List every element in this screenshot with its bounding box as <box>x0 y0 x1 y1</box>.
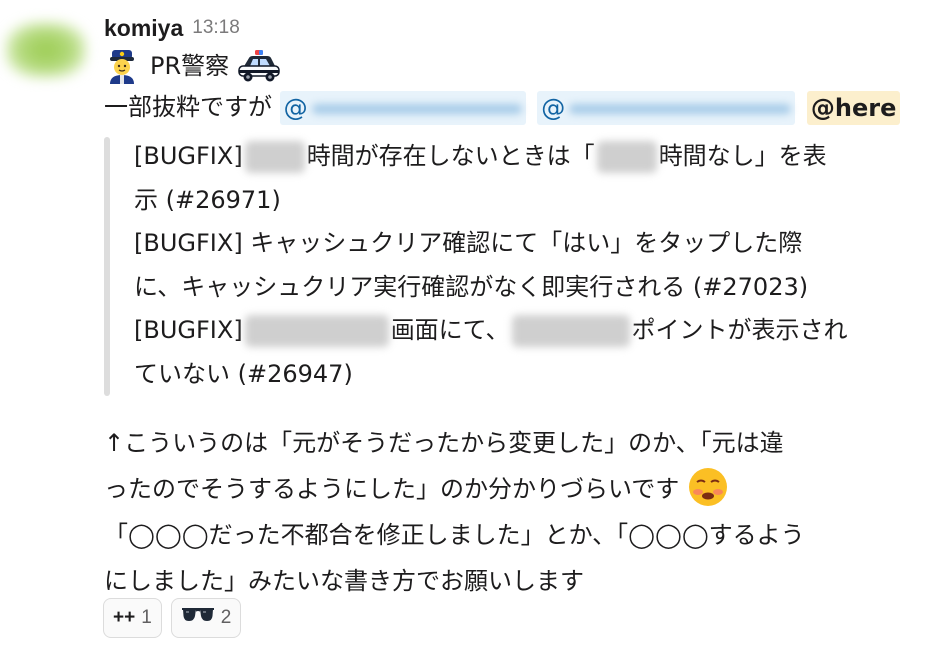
body-line: 「◯◯◯だった不都合を修正しました」とか、「◯◯◯するよう <box>104 521 805 549</box>
redacted-text <box>244 315 389 347</box>
reaction-sunglasses[interactable]: 2 <box>170 598 242 638</box>
title-text: PR警察 <box>150 52 230 80</box>
quote-line: に、キャッシュクリア実行確認がなく即実行される (#27023) <box>134 272 809 301</box>
here-mention[interactable]: @here <box>806 91 901 125</box>
sunglasses-icon <box>181 605 215 631</box>
username[interactable]: komiya <box>104 15 183 42</box>
quote-line: [BUGFIX] 時間が存在しないときは「 時間なし」を表 <box>134 135 934 179</box>
reactions: ++ 1 2 <box>103 598 242 638</box>
message-header: komiya 13:18 <box>104 10 934 46</box>
mention-prefix: 一部抜粋ですが <box>104 93 280 121</box>
message: komiya 13:18 PR警察 一部抜粋ですが @ @ @here [BUG… <box>104 10 934 604</box>
avatar[interactable] <box>6 22 86 78</box>
quote-block: [BUGFIX] 時間が存在しないときは「 時間なし」を表 示 (#26971) [… <box>104 135 934 396</box>
user-mention[interactable]: @ <box>279 91 526 125</box>
reaction-count: 2 <box>220 607 232 628</box>
quote-line: ていない (#26947) <box>134 359 353 388</box>
reaction-plusplus[interactable]: ++ 1 <box>103 598 162 638</box>
quote-line: [BUGFIX] 画面にて、 ポイントが表示され <box>134 309 934 353</box>
body-line: ↑こういうのは「元がそうだったから変更した」のか、「元は違 <box>104 429 784 457</box>
title-line: PR警察 <box>104 46 934 86</box>
pleading-face-icon <box>687 466 729 508</box>
quote-line: [BUGFIX] キャッシュクリア確認にて「はい」をタップした際 <box>134 229 803 257</box>
police-officer-icon <box>104 48 140 84</box>
mention-line: 一部抜粋ですが @ @ @here <box>104 86 934 128</box>
user-mention[interactable]: @ <box>537 91 796 125</box>
quote-bar <box>104 137 110 396</box>
redacted-text <box>244 141 305 173</box>
reaction-count: 1 <box>141 607 152 628</box>
police-car-icon <box>237 48 281 84</box>
plusplus-emoji-icon: ++ <box>113 607 136 628</box>
message-body: ↑こういうのは「元がそうだったから変更した」のか、「元は違 ったのでそうするよう… <box>104 420 934 604</box>
redacted-text <box>596 141 657 173</box>
redacted-text <box>511 315 630 347</box>
timestamp[interactable]: 13:18 <box>192 17 240 39</box>
body-line: ったのでそうするようにした」のか分かりづらいです <box>104 466 934 512</box>
quote-line: 示 (#26971) <box>134 185 281 214</box>
